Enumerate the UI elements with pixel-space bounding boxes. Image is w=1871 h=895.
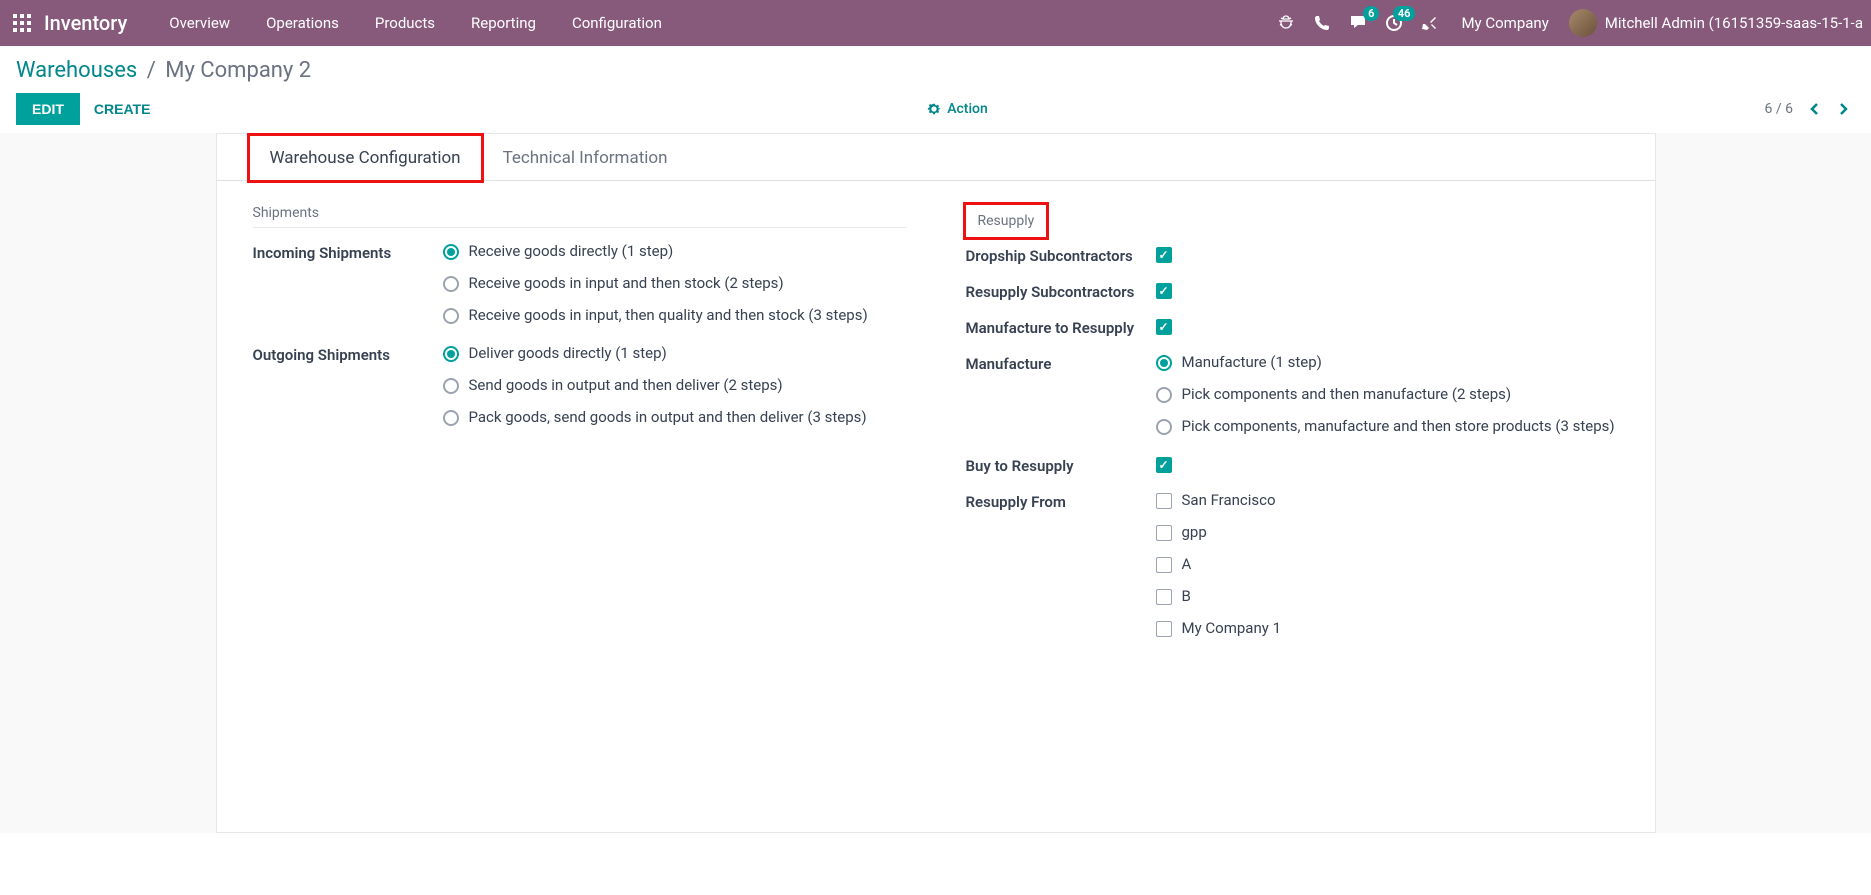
form-sheet: Warehouse Configuration Technical Inform… bbox=[216, 133, 1656, 833]
radio-icon bbox=[443, 378, 459, 394]
radio-incoming-3steps[interactable]: Receive goods in input, then quality and… bbox=[443, 306, 906, 324]
radio-icon bbox=[443, 410, 459, 426]
radio-manufacture-3steps[interactable]: Pick components, manufacture and then st… bbox=[1156, 417, 1619, 435]
breadcrumb: Warehouses / My Company 2 bbox=[16, 58, 1855, 83]
app-title[interactable]: Inventory bbox=[44, 11, 127, 35]
tabs: Warehouse Configuration Technical Inform… bbox=[217, 134, 1655, 181]
messaging-icon[interactable]: 6 bbox=[1347, 12, 1369, 34]
pager-next[interactable] bbox=[1831, 97, 1855, 121]
checkbox-icon bbox=[1156, 493, 1172, 509]
user-name: Mitchell Admin (16151359-saas-15-1-a bbox=[1605, 14, 1863, 32]
radio-incoming-2steps[interactable]: Receive goods in input and then stock (2… bbox=[443, 274, 906, 292]
label-buy-to-resupply: Buy to Resupply bbox=[966, 455, 1156, 483]
create-button[interactable]: CREATE bbox=[94, 101, 151, 117]
radio-icon bbox=[1156, 387, 1172, 403]
chevron-left-icon bbox=[1810, 102, 1820, 116]
section-shipments: Shipments bbox=[253, 205, 906, 228]
radio-icon bbox=[443, 346, 459, 362]
action-dropdown[interactable]: Action bbox=[927, 101, 988, 117]
radio-icon bbox=[443, 244, 459, 260]
label-outgoing-shipments: Outgoing Shipments bbox=[253, 344, 443, 426]
edit-button[interactable]: EDIT bbox=[16, 93, 80, 125]
checkbox-manufacture-to-resupply[interactable] bbox=[1156, 319, 1172, 335]
activity-badge: 46 bbox=[1393, 6, 1416, 21]
apps-icon[interactable] bbox=[8, 9, 36, 37]
radio-manufacture-1step[interactable]: Manufacture (1 step) bbox=[1156, 353, 1619, 371]
tools-icon[interactable] bbox=[1419, 12, 1441, 34]
nav-menu: Overview Operations Products Reporting C… bbox=[151, 0, 680, 46]
gear-icon bbox=[927, 102, 941, 116]
nav-right: 6 46 My Company Mitchell Admin (16151359… bbox=[1275, 9, 1863, 37]
radio-outgoing-2steps[interactable]: Send goods in output and then deliver (2… bbox=[443, 376, 906, 394]
messaging-badge: 6 bbox=[1363, 6, 1379, 21]
breadcrumb-current: My Company 2 bbox=[165, 58, 311, 83]
phone-icon[interactable] bbox=[1311, 12, 1333, 34]
tab-warehouse-configuration[interactable]: Warehouse Configuration bbox=[249, 135, 482, 181]
chevron-right-icon bbox=[1838, 102, 1848, 116]
nav-reporting[interactable]: Reporting bbox=[453, 0, 554, 46]
checkbox-icon bbox=[1156, 525, 1172, 541]
company-selector[interactable]: My Company bbox=[1455, 14, 1554, 32]
label-resupply-from: Resupply From bbox=[966, 491, 1156, 637]
nav-operations[interactable]: Operations bbox=[248, 0, 357, 46]
checkbox-resupply-from-b[interactable]: B bbox=[1156, 587, 1619, 605]
nav-products[interactable]: Products bbox=[357, 0, 453, 46]
radio-icon bbox=[1156, 419, 1172, 435]
label-resupply-subcontractors: Resupply Subcontractors bbox=[966, 281, 1156, 309]
radio-icon bbox=[443, 276, 459, 292]
pager-text[interactable]: 6 / 6 bbox=[1765, 101, 1793, 117]
tab-technical-information[interactable]: Technical Information bbox=[482, 135, 689, 181]
navbar: Inventory Overview Operations Products R… bbox=[0, 0, 1871, 46]
checkbox-icon bbox=[1156, 557, 1172, 573]
checkbox-dropship-subcontractors[interactable] bbox=[1156, 247, 1172, 263]
radio-outgoing-3steps[interactable]: Pack goods, send goods in output and the… bbox=[443, 408, 906, 426]
label-manufacture-to-resupply: Manufacture to Resupply bbox=[966, 317, 1156, 345]
radio-outgoing-1step[interactable]: Deliver goods directly (1 step) bbox=[443, 344, 906, 362]
section-resupply: Resupply bbox=[966, 205, 1047, 237]
checkbox-resupply-from-mycompany1[interactable]: My Company 1 bbox=[1156, 619, 1619, 637]
pager-prev[interactable] bbox=[1803, 97, 1827, 121]
label-incoming-shipments: Incoming Shipments bbox=[253, 242, 443, 324]
activity-icon[interactable]: 46 bbox=[1383, 12, 1405, 34]
checkbox-resupply-subcontractors[interactable] bbox=[1156, 283, 1172, 299]
checkbox-resupply-from-sf[interactable]: San Francisco bbox=[1156, 491, 1619, 509]
control-panel: Warehouses / My Company 2 EDIT CREATE Ac… bbox=[0, 46, 1871, 125]
radio-incoming-1step[interactable]: Receive goods directly (1 step) bbox=[443, 242, 906, 260]
checkbox-buy-to-resupply[interactable] bbox=[1156, 457, 1172, 473]
debug-icon[interactable] bbox=[1275, 12, 1297, 34]
action-label: Action bbox=[947, 101, 988, 117]
radio-icon bbox=[1156, 355, 1172, 371]
checkbox-resupply-from-gpp[interactable]: gpp bbox=[1156, 523, 1619, 541]
nav-overview[interactable]: Overview bbox=[151, 0, 248, 46]
radio-icon bbox=[443, 308, 459, 324]
checkbox-icon bbox=[1156, 621, 1172, 637]
nav-configuration[interactable]: Configuration bbox=[554, 0, 680, 46]
radio-manufacture-2steps[interactable]: Pick components and then manufacture (2 … bbox=[1156, 385, 1619, 403]
user-menu[interactable]: Mitchell Admin (16151359-saas-15-1-a bbox=[1569, 9, 1863, 37]
checkbox-resupply-from-a[interactable]: A bbox=[1156, 555, 1619, 573]
checkbox-icon bbox=[1156, 589, 1172, 605]
label-manufacture: Manufacture bbox=[966, 353, 1156, 435]
breadcrumb-parent[interactable]: Warehouses bbox=[16, 58, 137, 83]
label-dropship-subcontractors: Dropship Subcontractors bbox=[966, 245, 1156, 273]
avatar bbox=[1569, 9, 1597, 37]
